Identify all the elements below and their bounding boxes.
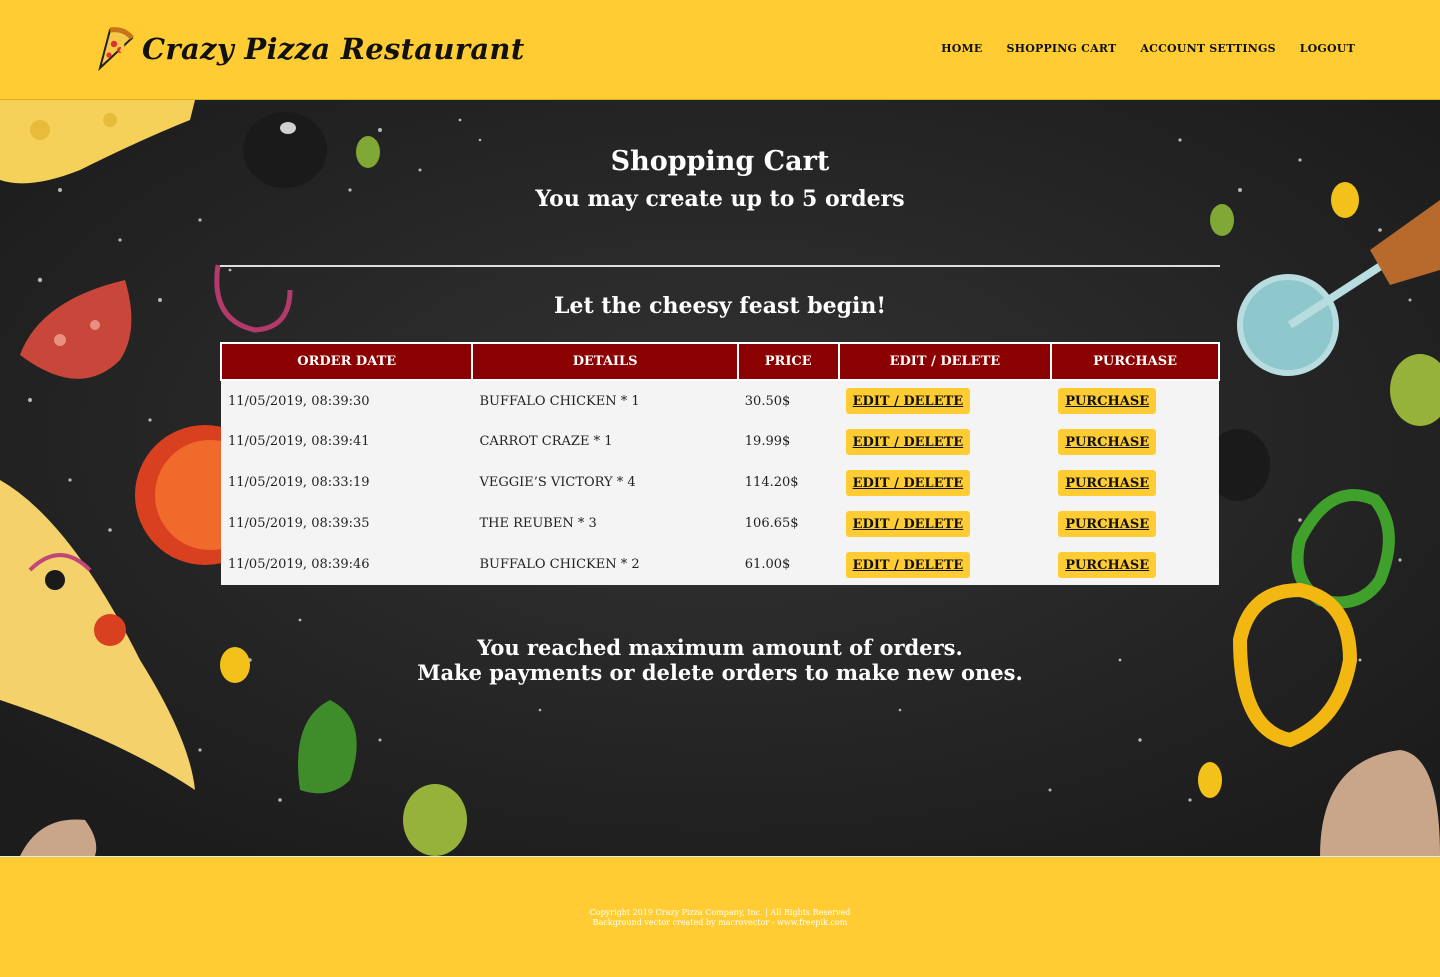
site-footer: Copyright 2019 Crazy Pizza Company, Inc.… — [0, 856, 1440, 977]
table-row: 11/05/2019, 08:39:30 BUFFALO CHICKEN * 1… — [221, 380, 1219, 421]
orders-table: ORDER DATE DETAILS PRICE EDIT / DELETE P… — [219, 342, 1220, 585]
order-price: 61.00$ — [737, 544, 839, 585]
order-details: THE REUBEN * 3 — [472, 503, 738, 544]
order-date: 11/05/2019, 08:39:30 — [221, 380, 473, 421]
pizza-slice-logo-icon — [98, 27, 134, 72]
page-title: Shopping Cart — [610, 146, 830, 177]
order-date: 11/05/2019, 08:39:35 — [221, 503, 473, 544]
col-edit-delete: EDIT / DELETE — [837, 342, 1053, 381]
page-subtitle: You may create up to 5 orders — [535, 186, 905, 212]
purchase-cell: PURCHASE — [1051, 503, 1219, 544]
order-details: VEGGIE’S VICTORY * 4 — [472, 462, 738, 503]
edit-cell: EDIT / DELETE — [838, 544, 1052, 585]
col-price: PRICE — [736, 342, 840, 381]
main-nav: HOME SHOPPING CART ACCOUNT SETTINGS LOGO… — [941, 42, 1355, 55]
purchase-cell: PURCHASE — [1051, 544, 1219, 585]
brand-name: Crazy Pizza Restaurant — [142, 32, 525, 66]
col-details: DETAILS — [471, 342, 739, 381]
edit-cell: EDIT / DELETE — [838, 462, 1052, 503]
edit-cell: EDIT / DELETE — [838, 421, 1052, 462]
background-credit[interactable]: Background vector created by macrovector… — [0, 918, 1440, 927]
edit-delete-button[interactable]: EDIT / DELETE — [845, 551, 971, 578]
purchase-button[interactable]: PURCHASE — [1058, 428, 1157, 455]
table-header-row: ORDER DATE DETAILS PRICE EDIT / DELETE P… — [219, 342, 1220, 381]
edit-delete-button[interactable]: EDIT / DELETE — [845, 388, 971, 414]
order-price: 30.50$ — [737, 380, 839, 421]
purchase-button[interactable]: PURCHASE — [1058, 388, 1157, 414]
edit-delete-button[interactable]: EDIT / DELETE — [845, 510, 971, 537]
table-row: 11/05/2019, 08:39:41 CARROT CRAZE * 1 19… — [221, 421, 1219, 462]
edit-cell: EDIT / DELETE — [838, 380, 1052, 421]
purchase-cell: PURCHASE — [1051, 462, 1219, 503]
edit-cell: EDIT / DELETE — [838, 503, 1052, 544]
edit-delete-button[interactable]: EDIT / DELETE — [845, 428, 971, 455]
site-header: Crazy Pizza Restaurant HOME SHOPPING CAR… — [0, 0, 1440, 100]
brand[interactable]: Crazy Pizza Restaurant — [94, 24, 525, 74]
order-date: 11/05/2019, 08:33:19 — [221, 462, 473, 503]
order-details: BUFFALO CHICKEN * 2 — [472, 544, 738, 585]
order-date: 11/05/2019, 08:39:41 — [221, 421, 473, 462]
main-content: Shopping Cart You may create up to 5 ord… — [0, 100, 1440, 856]
table-row: 11/05/2019, 08:39:46 BUFFALO CHICKEN * 2… — [221, 544, 1219, 585]
max-orders-hint: Make payments or delete orders to make n… — [417, 660, 1023, 685]
purchase-cell: PURCHASE — [1051, 380, 1219, 421]
purchase-cell: PURCHASE — [1051, 421, 1219, 462]
col-order-date: ORDER DATE — [219, 342, 474, 381]
col-purchase: PURCHASE — [1050, 342, 1220, 381]
nav-account-settings[interactable]: ACCOUNT SETTINGS — [1140, 42, 1275, 55]
order-date: 11/05/2019, 08:39:46 — [221, 544, 473, 585]
purchase-button[interactable]: PURCHASE — [1058, 510, 1157, 537]
copyright-text: Copyright 2019 Crazy Pizza Company, Inc.… — [589, 908, 851, 917]
max-orders-message: You reached maximum amount of orders. — [477, 635, 963, 660]
nav-shopping-cart[interactable]: SHOPPING CART — [1006, 42, 1116, 55]
order-details: CARROT CRAZE * 1 — [472, 421, 738, 462]
order-price: 19.99$ — [737, 421, 839, 462]
table-row: 11/05/2019, 08:39:35 THE REUBEN * 3 106.… — [221, 503, 1219, 544]
divider — [220, 265, 1220, 267]
order-details: BUFFALO CHICKEN * 1 — [472, 380, 738, 421]
edit-delete-button[interactable]: EDIT / DELETE — [845, 469, 971, 496]
purchase-button[interactable]: PURCHASE — [1058, 551, 1157, 578]
order-price: 106.65$ — [737, 503, 839, 544]
order-price: 114.20$ — [737, 462, 839, 503]
nav-logout[interactable]: LOGOUT — [1300, 42, 1355, 55]
nav-home[interactable]: HOME — [941, 42, 982, 55]
purchase-button[interactable]: PURCHASE — [1058, 469, 1157, 496]
tagline: Let the cheesy feast begin! — [553, 293, 886, 319]
table-row: 11/05/2019, 08:33:19 VEGGIE’S VICTORY * … — [221, 462, 1219, 503]
